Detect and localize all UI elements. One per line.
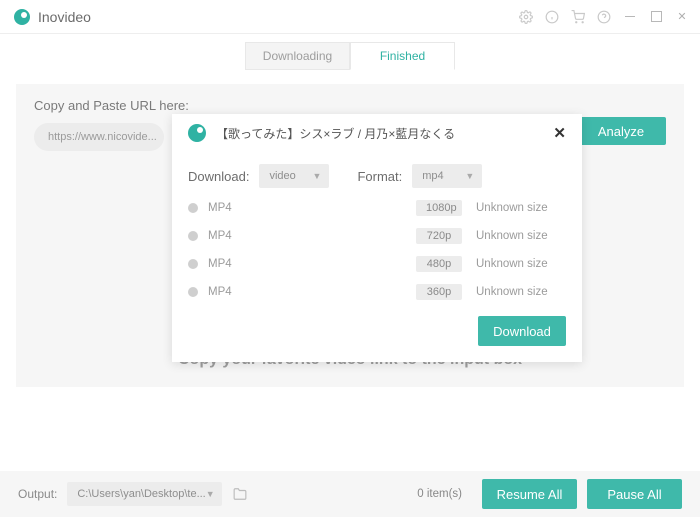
app-logo-icon <box>14 9 30 25</box>
size-label: Unknown size <box>476 258 566 270</box>
title-bar: Inovideo <box>0 0 700 34</box>
format-row[interactable]: MP4 360p Unknown size <box>188 284 566 300</box>
format-value: mp4 <box>422 170 443 182</box>
close-icon[interactable] <box>674 9 690 25</box>
tab-downloading[interactable]: Downloading <box>245 42 350 70</box>
pause-all-button[interactable]: Pause All <box>587 479 682 509</box>
video-source-icon <box>188 124 206 142</box>
main-tabs: Downloading Finished <box>0 42 700 70</box>
format-list: MP4 1080p Unknown size MP4 720p Unknown … <box>188 200 566 300</box>
resolution-badge: 720p <box>416 228 462 244</box>
resolution-badge: 1080p <box>416 200 462 216</box>
cart-icon[interactable] <box>570 9 586 25</box>
analyze-button[interactable]: Analyze <box>576 117 666 145</box>
format-label: Format: <box>357 169 402 184</box>
size-label: Unknown size <box>476 230 566 242</box>
resolution-badge: 480p <box>416 256 462 272</box>
format-select[interactable]: mp4 ▼ <box>412 164 482 188</box>
download-button[interactable]: Download <box>478 316 566 346</box>
format-row[interactable]: MP4 1080p Unknown size <box>188 200 566 216</box>
radio-icon[interactable] <box>188 259 198 269</box>
url-label: Copy and Paste URL here: <box>34 98 666 113</box>
resume-all-button[interactable]: Resume All <box>482 479 577 509</box>
format-row[interactable]: MP4 480p Unknown size <box>188 256 566 272</box>
output-path-text: C:\Users\yan\Desktop\te... <box>77 488 205 500</box>
url-input-text: https://www.nicovide... <box>48 131 157 143</box>
popup-header: 【歌ってみた】シス×ラブ / 月乃×藍月なくる ✕ <box>188 124 566 150</box>
resolution-badge: 360p <box>416 284 462 300</box>
size-label: Unknown size <box>476 202 566 214</box>
download-type-label: Download: <box>188 169 249 184</box>
maximize-icon[interactable] <box>648 9 664 25</box>
tab-finished[interactable]: Finished <box>350 42 455 70</box>
codec-label: MP4 <box>208 258 232 270</box>
url-section: Copy and Paste URL here: https://www.nic… <box>16 84 684 387</box>
video-title: 【歌ってみた】シス×ラブ / 月乃×藍月なくる <box>216 125 455 142</box>
popup-controls: Download: video ▼ Format: mp4 ▼ <box>188 164 566 188</box>
radio-icon[interactable] <box>188 203 198 213</box>
format-row[interactable]: MP4 720p Unknown size <box>188 228 566 244</box>
format-popup: 【歌ってみた】シス×ラブ / 月乃×藍月なくる ✕ Download: vide… <box>172 114 582 362</box>
size-label: Unknown size <box>476 286 566 298</box>
footer-bar: Output: C:\Users\yan\Desktop\te... ▼ 0 i… <box>0 471 700 517</box>
minimize-icon[interactable] <box>622 9 638 25</box>
chevron-down-icon: ▼ <box>465 171 474 181</box>
chevron-down-icon: ▼ <box>206 489 215 499</box>
open-folder-icon[interactable] <box>232 487 248 501</box>
download-type-value: video <box>269 170 295 182</box>
info-icon[interactable] <box>544 9 560 25</box>
title-icons <box>518 9 690 25</box>
codec-label: MP4 <box>208 202 232 214</box>
app-name: Inovideo <box>38 9 91 25</box>
help-icon[interactable] <box>596 9 612 25</box>
chevron-down-icon: ▼ <box>313 171 322 181</box>
download-type-select[interactable]: video ▼ <box>259 164 329 188</box>
settings-icon[interactable] <box>518 9 534 25</box>
radio-icon[interactable] <box>188 231 198 241</box>
popup-close-icon[interactable]: ✕ <box>553 124 566 142</box>
codec-label: MP4 <box>208 230 232 242</box>
output-path-select[interactable]: C:\Users\yan\Desktop\te... ▼ <box>67 482 222 506</box>
url-input[interactable]: https://www.nicovide... <box>34 123 164 151</box>
codec-label: MP4 <box>208 286 232 298</box>
output-label: Output: <box>18 487 57 501</box>
radio-icon[interactable] <box>188 287 198 297</box>
item-count: 0 item(s) <box>417 488 462 500</box>
